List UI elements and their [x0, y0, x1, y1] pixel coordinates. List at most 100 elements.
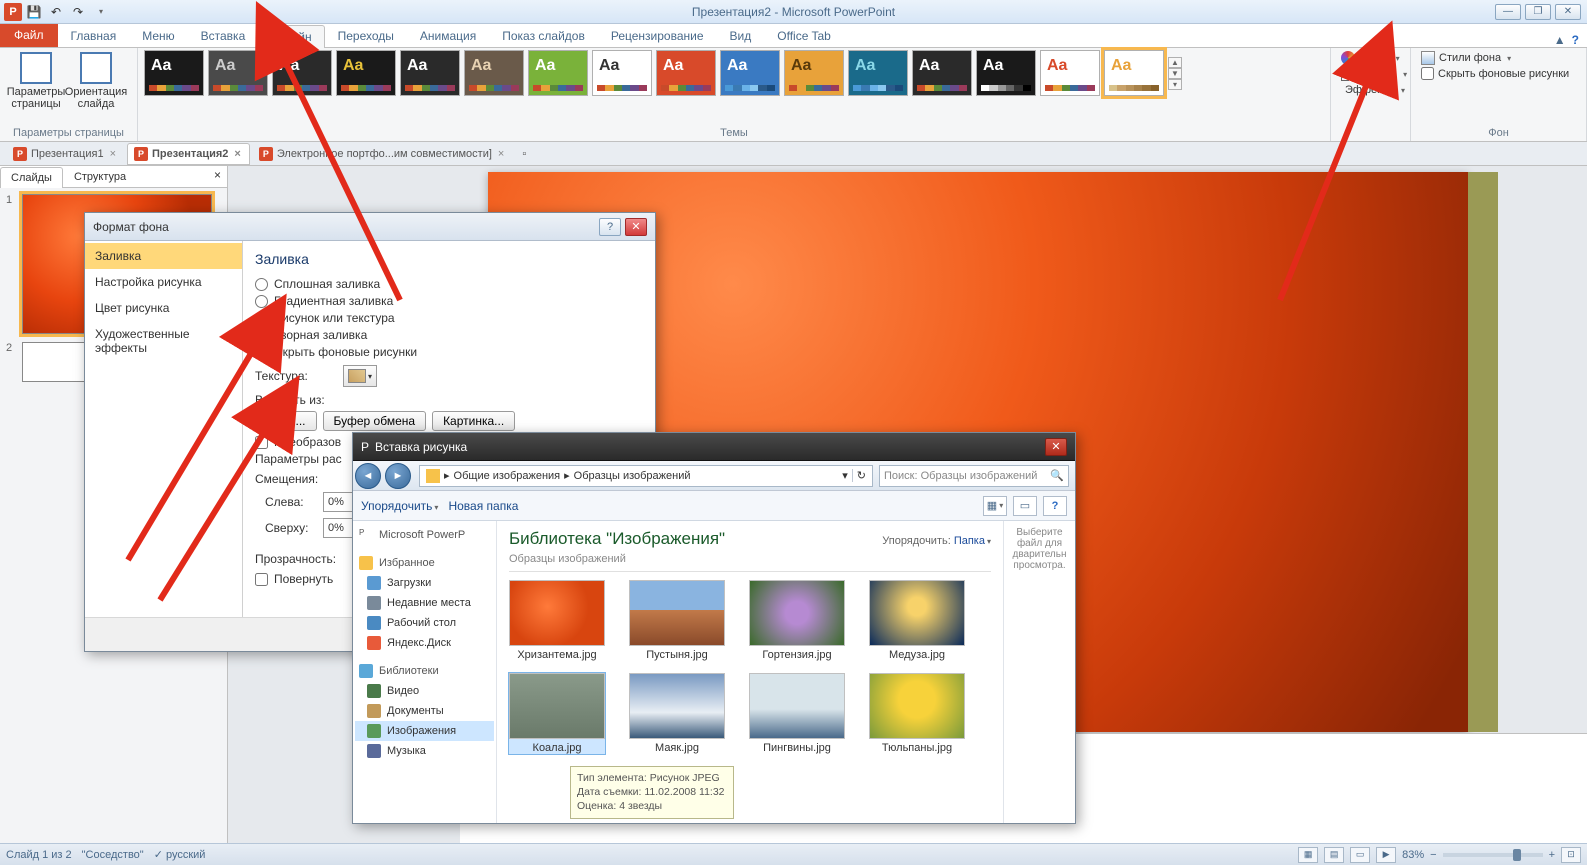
nav-forward-icon[interactable]: ►: [385, 463, 411, 489]
nav-video[interactable]: Видео: [355, 681, 494, 701]
tab-menu[interactable]: Меню: [129, 24, 187, 47]
theme-thumb[interactable]: Aa: [976, 50, 1036, 96]
tab-officetab[interactable]: Office Tab: [764, 24, 844, 47]
nav-downloads[interactable]: Загрузки: [355, 573, 494, 593]
tab-insert[interactable]: Вставка: [188, 24, 259, 47]
nav-favorites[interactable]: Избранное: [355, 553, 494, 573]
clipart-button[interactable]: Картинка...: [432, 411, 515, 431]
radio-picture[interactable]: [255, 312, 268, 325]
slides-tab[interactable]: Слайды: [0, 167, 63, 188]
tab-close-icon[interactable]: ×: [232, 148, 242, 160]
theme-thumb[interactable]: Aa: [400, 50, 460, 96]
minimize-button[interactable]: —: [1495, 4, 1521, 20]
restore-button[interactable]: ❐: [1525, 4, 1551, 20]
file-item[interactable]: Тюльпаны.jpg: [869, 673, 965, 754]
file-item[interactable]: Пустыня.jpg: [629, 580, 725, 661]
zoom-level[interactable]: 83%: [1402, 849, 1424, 861]
radio-gradient[interactable]: [255, 295, 268, 308]
theme-thumb[interactable]: Aa: [528, 50, 588, 96]
tab-animation[interactable]: Анимация: [407, 24, 489, 47]
refresh-icon[interactable]: ↻: [852, 469, 866, 482]
theme-thumb[interactable]: Aa: [592, 50, 652, 96]
search-icon[interactable]: 🔍: [1050, 469, 1064, 482]
file-item[interactable]: Гортензия.jpg: [749, 580, 845, 661]
nav-picture-color[interactable]: Цвет рисунка: [85, 295, 242, 321]
view-sorter-icon[interactable]: ▤: [1324, 847, 1344, 863]
nav-yandex-disk[interactable]: Яндекс.Диск: [355, 633, 494, 653]
search-input[interactable]: Поиск: Образцы изображений 🔍: [879, 465, 1069, 487]
doc-tab[interactable]: PПрезентация1×: [6, 143, 125, 165]
view-reading-icon[interactable]: ▭: [1350, 847, 1370, 863]
page-setup-button[interactable]: Параметры страницы: [6, 50, 66, 112]
dialog-help-icon[interactable]: ?: [599, 218, 621, 236]
language-indicator[interactable]: ✓ русский: [154, 848, 206, 861]
theme-thumb[interactable]: Aa: [336, 50, 396, 96]
check-rotate[interactable]: [255, 573, 268, 586]
themes-gallery[interactable]: Aa Aa Aa Aa Aa Aa Aa Aa Aa Aa Aa Aa Aa A…: [144, 50, 1324, 96]
theme-thumb[interactable]: Aa: [144, 50, 204, 96]
themes-scroller[interactable]: ▲▼▾: [1168, 57, 1182, 90]
theme-thumb[interactable]: Aa: [720, 50, 780, 96]
nav-powerpoint[interactable]: PMicrosoft PowerP: [355, 525, 494, 545]
check-hide-bg[interactable]: [255, 346, 268, 359]
colors-button[interactable]: Цвета: [1337, 50, 1404, 66]
theme-thumb[interactable]: Aa: [848, 50, 908, 96]
theme-thumb[interactable]: Aa: [464, 50, 524, 96]
organize-button[interactable]: Упорядочить: [361, 499, 438, 513]
radio-solid[interactable]: [255, 278, 268, 291]
zoom-in-icon[interactable]: +: [1549, 849, 1555, 861]
bg-styles-button[interactable]: Стили фона: [1417, 50, 1580, 66]
radio-pattern[interactable]: [255, 329, 268, 342]
nav-documents[interactable]: Документы: [355, 701, 494, 721]
close-button[interactable]: ✕: [1555, 4, 1581, 20]
sort-dropdown[interactable]: Папка: [954, 535, 991, 547]
tab-home[interactable]: Главная: [58, 24, 130, 47]
doc-tab[interactable]: PЭлектронное портфо...им совместимости]×: [252, 143, 514, 165]
nav-back-icon[interactable]: ◄: [355, 463, 381, 489]
panel-close-icon[interactable]: ×: [208, 166, 227, 187]
tab-close-icon[interactable]: ×: [496, 148, 506, 160]
crumb-segment[interactable]: Образцы изображений: [574, 470, 691, 482]
texture-dropdown[interactable]: ▾: [343, 365, 377, 387]
nav-libraries[interactable]: Библиотеки: [355, 661, 494, 681]
new-folder-button[interactable]: Новая папка: [448, 499, 518, 513]
preview-toggle-icon[interactable]: ▭: [1013, 496, 1037, 516]
dialog-titlebar[interactable]: P Вставка рисунка ✕: [353, 433, 1075, 461]
dialog-close-icon[interactable]: ✕: [1045, 438, 1067, 456]
tab-design[interactable]: Дизайн: [258, 25, 324, 48]
theme-thumb[interactable]: Aa: [1104, 50, 1164, 96]
tab-review[interactable]: Рецензирование: [598, 24, 717, 47]
crumb-segment[interactable]: Общие изображения: [454, 470, 561, 482]
doc-tab[interactable]: PПрезентация2×: [127, 143, 250, 165]
tab-view[interactable]: Вид: [717, 24, 765, 47]
ribbon-help-icon[interactable]: ?: [1572, 33, 1579, 47]
qat-undo[interactable]: ↶: [46, 2, 66, 22]
theme-thumb[interactable]: Aa: [1040, 50, 1100, 96]
nav-recent[interactable]: Недавние места: [355, 593, 494, 613]
zoom-out-icon[interactable]: −: [1430, 849, 1436, 861]
theme-thumb[interactable]: Aa: [272, 50, 332, 96]
file-tab[interactable]: Файл: [0, 23, 58, 47]
qat-customize[interactable]: [90, 2, 110, 22]
nav-tree[interactable]: PMicrosoft PowerP Избранное Загрузки Нед…: [353, 521, 497, 823]
outline-tab[interactable]: Структура: [63, 166, 137, 187]
theme-thumb[interactable]: Aa: [656, 50, 716, 96]
file-item[interactable]: Пингвины.jpg: [749, 673, 845, 754]
help-icon[interactable]: ?: [1043, 496, 1067, 516]
orientation-button[interactable]: Ориентация слайда: [66, 50, 126, 112]
tab-close-icon[interactable]: ×: [108, 148, 118, 160]
check-transform[interactable]: [255, 436, 268, 449]
doc-tab-new[interactable]: ▫: [515, 144, 533, 164]
qat-save[interactable]: 💾: [24, 2, 44, 22]
file-item[interactable]: Коала.jpg: [509, 673, 605, 754]
clipboard-button[interactable]: Буфер обмена: [323, 411, 427, 431]
file-item[interactable]: Медуза.jpg: [869, 580, 965, 661]
ribbon-minimize-icon[interactable]: ▲: [1554, 33, 1566, 47]
theme-thumb[interactable]: Aa: [208, 50, 268, 96]
dialog-close-icon[interactable]: ✕: [625, 218, 647, 236]
file-item[interactable]: Маяк.jpg: [629, 673, 725, 754]
nav-picture-corrections[interactable]: Настройка рисунка: [85, 269, 242, 295]
view-normal-icon[interactable]: ▦: [1298, 847, 1318, 863]
nav-desktop[interactable]: Рабочий стол: [355, 613, 494, 633]
zoom-slider[interactable]: [1443, 853, 1543, 857]
